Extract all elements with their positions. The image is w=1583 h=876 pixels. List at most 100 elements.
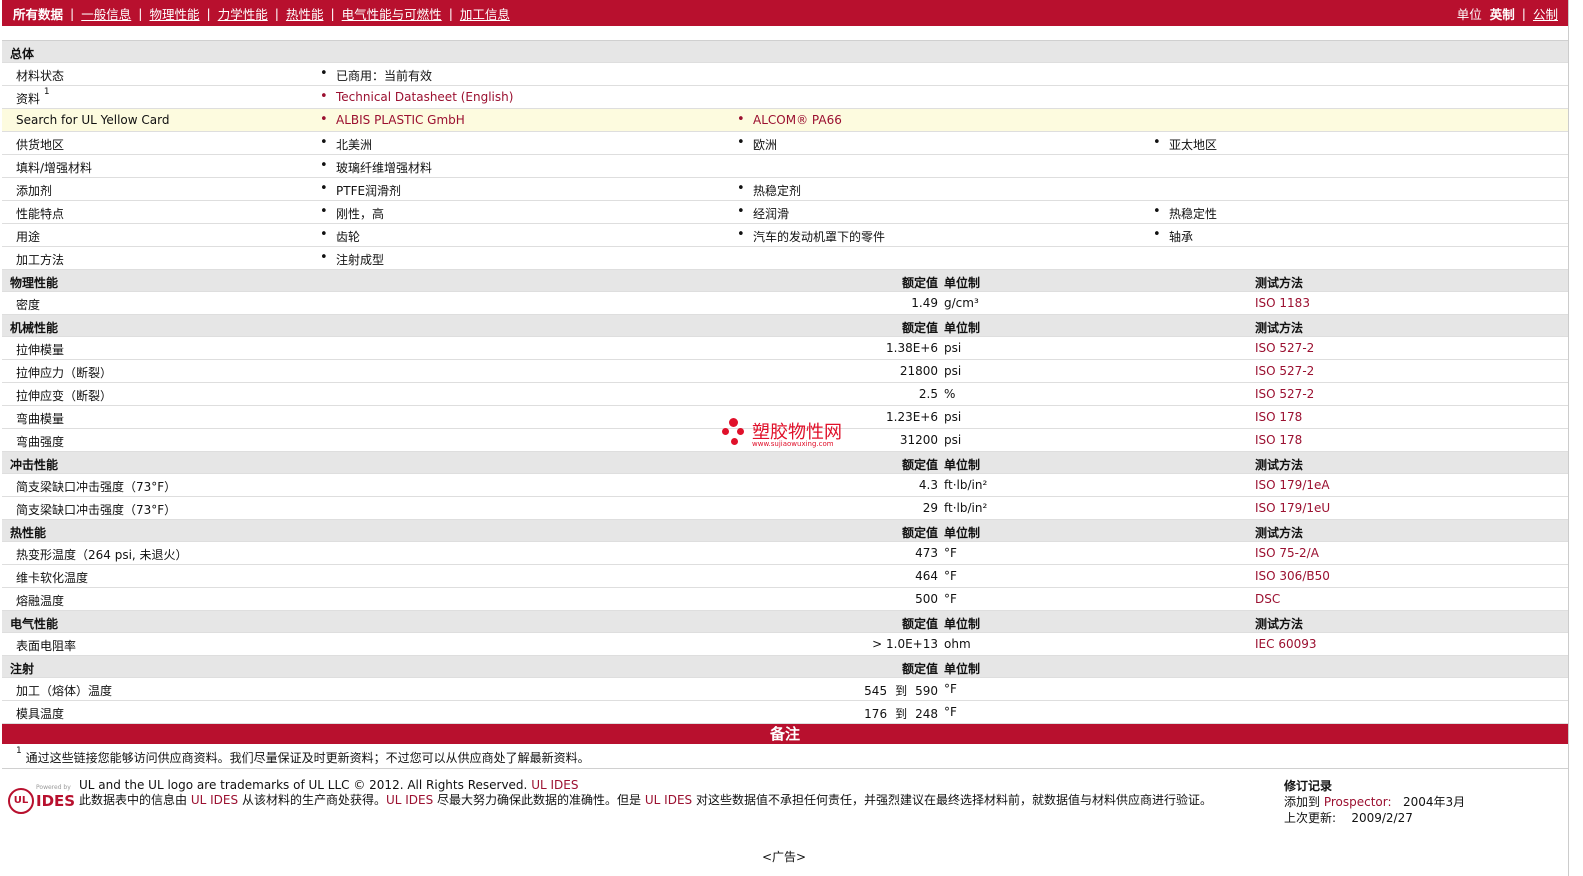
tab-thermal[interactable]: 热性能 (286, 4, 324, 23)
note-text: 通过这些链接您能够访问供应商资料。我们尽量保证及时更新资料；不过您可以从供应商处… (25, 751, 590, 765)
units-label: 单位 (1456, 6, 1482, 22)
product-link[interactable]: ALCOM® PA66 (737, 112, 842, 127)
property-row: 表面电阻率 > 1.0E+13 ohm IEC 60093 (2, 633, 1568, 656)
test-method-link[interactable]: ISO 75-2/A (1255, 546, 1319, 560)
range-max: 590 (915, 684, 938, 698)
property-row: 拉伸应变（断裂） 2.5 % ISO 527-2 (2, 383, 1568, 406)
property-unit: g/cm³ (944, 296, 979, 310)
col-header-unit: 单位制 (944, 458, 981, 472)
row-ul-yellow-card: Search for UL Yellow Card ALBIS PLASTIC … (2, 109, 1568, 132)
ul-ides-link[interactable]: UL IDES (191, 793, 238, 807)
revision-title: 修订记录 (1284, 779, 1333, 793)
tab-all-data[interactable]: 所有数据 (13, 4, 63, 23)
test-method-link[interactable]: IEC 60093 (1255, 637, 1317, 651)
property-value: 31200 (899, 433, 938, 447)
row-value: 注射成型 (320, 250, 384, 268)
property-value: 1.23E+6 (886, 410, 938, 424)
footnote-marker: 1 (16, 746, 22, 756)
property-row: 拉伸应力（断裂） 21800 psi ISO 527-2 (2, 360, 1568, 383)
section-title: 机械性能 (10, 321, 59, 335)
nav-separator: | (206, 5, 211, 21)
powered-by-text: Powered by (36, 784, 71, 791)
section-title: 总体 (10, 47, 35, 61)
property-unit: psi (944, 433, 962, 447)
property-label: 弯曲强度 (16, 435, 65, 449)
right-border (1568, 0, 1569, 876)
property-unit: psi (944, 410, 962, 424)
footer-text: UL and the UL logo are trademarks of UL … (79, 778, 1269, 808)
watermark-url: www.sujiaowuxing.com (752, 440, 834, 448)
row-features: 性能特点 刚性，高 经润滑 热稳定性 (2, 201, 1568, 224)
property-label: 简支梁缺口冲击强度（73°F） (16, 503, 177, 517)
notes-header: 备注 (2, 724, 1568, 744)
datasheet: 总体 材料状态 已商用：当前有效 资料 1 Technical Datashee… (2, 26, 1568, 769)
row-value: 北美洲 (320, 135, 372, 153)
property-value: 4.3 (918, 478, 938, 492)
revision-updated: 上次更新: 2009/2/27 (1284, 810, 1465, 826)
test-method-link[interactable]: ISO 178 (1255, 433, 1302, 447)
property-unit: °F (944, 546, 957, 560)
col-header-nominal: 额定值 (901, 321, 938, 335)
property-label: 弯曲模量 (16, 412, 65, 426)
row-value: 玻璃纤维增强材料 (320, 158, 432, 176)
col-header-unit: 单位制 (944, 617, 981, 631)
prospector-link[interactable]: Prospector: (1324, 795, 1392, 809)
disclaimer-text: 此数据表中的信息由 (79, 793, 188, 807)
tab-mechanical[interactable]: 力学性能 (218, 4, 268, 23)
property-unit: ft·lb/in² (944, 501, 988, 515)
ul-ides-link[interactable]: UL IDES (645, 793, 692, 807)
datasheet-link[interactable]: Technical Datasheet (English) (320, 89, 513, 104)
tab-general-info[interactable]: 一般信息 (81, 4, 131, 23)
range-to: 到 (895, 684, 908, 698)
advertisement-label: <广告> (761, 850, 807, 864)
row-value: 已商用：当前有效 (320, 66, 432, 84)
label-text: 资料 (16, 92, 41, 106)
ul-ides-link[interactable]: UL IDES (386, 793, 433, 807)
property-label: 熔融温度 (16, 594, 65, 608)
section-header-thermal: 热性能 额定值 单位制 测试方法 (2, 520, 1568, 542)
supplier-link[interactable]: ALBIS PLASTIC GmbH (320, 112, 465, 127)
spacer (2, 26, 1568, 41)
ul-ides-link[interactable]: UL IDES (531, 778, 578, 792)
row-label: 材料状态 (16, 69, 65, 83)
col-header-unit: 单位制 (944, 526, 981, 540)
range-max: 248 (915, 707, 938, 721)
tab-electrical[interactable]: 电气性能与可燃性 (342, 4, 442, 23)
test-method-link[interactable]: ISO 527-2 (1255, 364, 1314, 378)
row-label: Search for UL Yellow Card (16, 113, 170, 127)
row-value: 刚性，高 (320, 204, 384, 222)
ul-logo-icon: UL (8, 788, 34, 814)
section-header-electrical: 电气性能 额定值 单位制 测试方法 (2, 611, 1568, 633)
property-unit: ohm (944, 637, 971, 651)
units-imperial: 英制 (1489, 6, 1515, 22)
note-item: 1 通过这些链接您能够访问供应商资料。我们尽量保证及时更新资料；不过您可以从供应… (2, 744, 1568, 769)
test-method-link[interactable]: ISO 527-2 (1255, 341, 1314, 355)
property-row: 维卡软化温度 464 °F ISO 306/B50 (2, 565, 1568, 588)
test-method-link[interactable]: ISO 178 (1255, 410, 1302, 424)
tab-physical[interactable]: 物理性能 (149, 4, 199, 23)
watermark-dot (722, 428, 729, 435)
tab-processing[interactable]: 加工信息 (460, 4, 510, 23)
property-row: 拉伸模量 1.38E+6 psi ISO 527-2 (2, 337, 1568, 360)
test-method-link[interactable]: ISO 306/B50 (1255, 569, 1330, 583)
test-method-link[interactable]: DSC (1255, 592, 1280, 606)
disclaimer-text: 对这些数据值不承担任何责任，并强烈建议在最终选择材料前，就数据值与材料供应商进行… (695, 793, 1212, 807)
ides-logo-text: IDES (36, 792, 76, 810)
col-header-nominal: 额定值 (901, 662, 938, 676)
property-row: 加工（熔体）温度 545 到 590 °F (2, 678, 1568, 701)
disclaimer-text: 从该材料的生产商处获得。 (241, 793, 386, 807)
row-value: 欧洲 (737, 135, 777, 153)
section-title: 注射 (10, 662, 35, 676)
units-metric-link[interactable]: 公制 (1533, 4, 1558, 23)
test-method-link[interactable]: ISO 527-2 (1255, 387, 1314, 401)
range-to: 到 (895, 707, 908, 721)
row-availability: 供货地区 北美洲 欧洲 亚太地区 (2, 132, 1568, 155)
ul-ides-logo[interactable]: UL Powered by IDES (6, 778, 76, 816)
row-label: 供货地区 (16, 138, 65, 152)
property-value: 1.49 (911, 296, 938, 310)
section-title: 冲击性能 (10, 458, 59, 472)
test-method-link[interactable]: ISO 1183 (1255, 296, 1310, 310)
test-method-link[interactable]: ISO 179/1eA (1255, 478, 1330, 492)
test-method-link[interactable]: ISO 179/1eU (1255, 501, 1330, 515)
row-material-status: 材料状态 已商用：当前有效 (2, 63, 1568, 86)
